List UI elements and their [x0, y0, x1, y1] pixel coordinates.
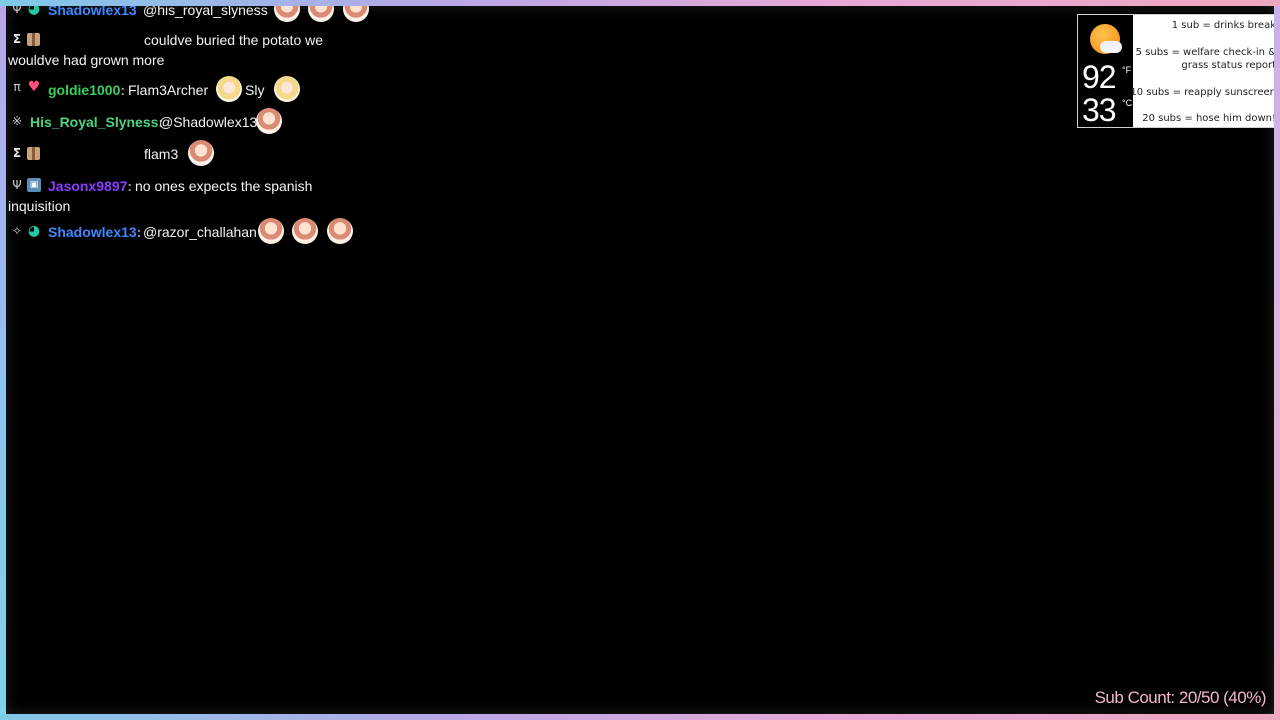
sub-goal-item: 20 subs = hose him down! — [1142, 113, 1274, 124]
badge-group: Σ — [10, 32, 40, 46]
partly-sunny-icon — [1086, 21, 1124, 59]
sigma-badge-icon: Σ — [12, 32, 22, 46]
archer-emote-icon — [274, 6, 300, 22]
archer-emote-icon — [308, 6, 335, 22]
turtle-badge-icon: ◕ — [27, 223, 41, 239]
badge-group: ※ — [10, 114, 24, 128]
badge-group: Ψ ▣ — [10, 178, 41, 192]
archer-emote-icon — [326, 218, 353, 244]
stream-overlay: Ψ ◕ Shadowlex13 @his_royal_slyness Σ cou… — [6, 6, 1274, 714]
sub-goals-widget: 92 °F 33 °C 1 sub = drinks break 5 subs … — [1077, 14, 1274, 128]
chat-message: Σ couldve buried the potato we wouldve h… — [8, 30, 388, 70]
chat-username[interactable]: goldie1000: — [48, 80, 125, 100]
chat-text: @his_royal_slyness — [143, 6, 268, 18]
archer-emote-icon — [342, 6, 369, 22]
chat-username[interactable]: Shadowlex13 — [48, 6, 137, 20]
fahrenheit-unit: °F — [1122, 65, 1132, 75]
temperature-celsius: 33 — [1082, 92, 1117, 128]
sub-count-label: Sub Count: 20/50 (40%) — [1094, 688, 1267, 707]
chat-message: Ψ ◕ Shadowlex13 @his_royal_slyness — [8, 6, 388, 22]
chat-text-continued: wouldve had grown more — [8, 52, 165, 68]
emote-row — [254, 218, 353, 244]
weather-panel: 92 °F 33 °C — [1078, 15, 1133, 127]
chat-username[interactable]: His_Royal_Slyness: — [30, 112, 163, 132]
gift-badge-icon — [27, 146, 40, 160]
emote-row — [270, 6, 369, 22]
chat-text: Sly — [245, 82, 265, 98]
moderator-badge-icon: ※ — [11, 114, 23, 128]
pi-badge-icon: π — [13, 80, 21, 94]
star-badge-icon: ✧ — [11, 224, 23, 238]
turtle-badge-icon: ◕ — [27, 6, 41, 17]
chat-message: π ♥ goldie1000: Flam3Archer Sly — [8, 76, 388, 106]
archer-emote-icon — [292, 218, 319, 244]
sub-goal-item: 10 subs = reapply sunscreen — [1130, 87, 1274, 98]
chat-username[interactable]: Jasonx9897: — [48, 176, 132, 196]
tv-badge-icon: ▣ — [27, 178, 41, 192]
psi-badge-icon: Ψ — [12, 178, 22, 192]
heart-badge-icon: ♥ — [27, 79, 41, 95]
chat-text-continued: inquisition — [8, 198, 71, 214]
archer-emote-icon — [274, 76, 300, 102]
chat-text: @razor_challahan — [143, 224, 257, 240]
chat-text: Flam3Archer — [128, 82, 209, 98]
right-gradient-border — [1274, 6, 1280, 714]
chat-username[interactable]: Shadowlex13: — [48, 222, 141, 242]
chat-message: ※ His_Royal_Slyness: @Shadowlex13 — [8, 108, 388, 138]
chat-text: @Shadowlex13 — [159, 114, 258, 130]
archer-emote-icon — [256, 108, 282, 134]
sigma-badge-icon: Ψ — [12, 6, 22, 16]
archer-emote-icon — [258, 218, 284, 244]
sigma-badge-icon: Σ — [12, 146, 22, 160]
badge-group: π ♥ — [10, 79, 41, 95]
chat-message: ✧ ◕ Shadowlex13: @razor_challahan — [8, 218, 388, 250]
chat-text: no ones expects the spanish — [135, 178, 313, 194]
sub-goal-item: 5 subs = welfare check-in & grass status… — [1135, 47, 1274, 71]
badge-group: Σ — [10, 146, 40, 160]
gift-badge-icon — [27, 32, 40, 46]
temperature-fahrenheit: 92 — [1082, 59, 1117, 95]
chat-message: Ψ ▣ Jasonx9897: no ones expects the span… — [8, 176, 388, 218]
celsius-unit: °C — [1122, 98, 1133, 108]
badge-group: Ψ ◕ — [10, 6, 41, 17]
badge-group: ✧ ◕ — [10, 223, 41, 239]
archer-emote-icon — [216, 76, 242, 102]
chat-text: flam3 — [144, 146, 179, 162]
chat-text: couldve buried the potato we — [144, 32, 324, 48]
archer-emote-icon — [188, 140, 214, 166]
chat-message: Σ flam3 — [8, 140, 388, 170]
sub-goal-item: 1 sub = drinks break — [1171, 20, 1274, 31]
